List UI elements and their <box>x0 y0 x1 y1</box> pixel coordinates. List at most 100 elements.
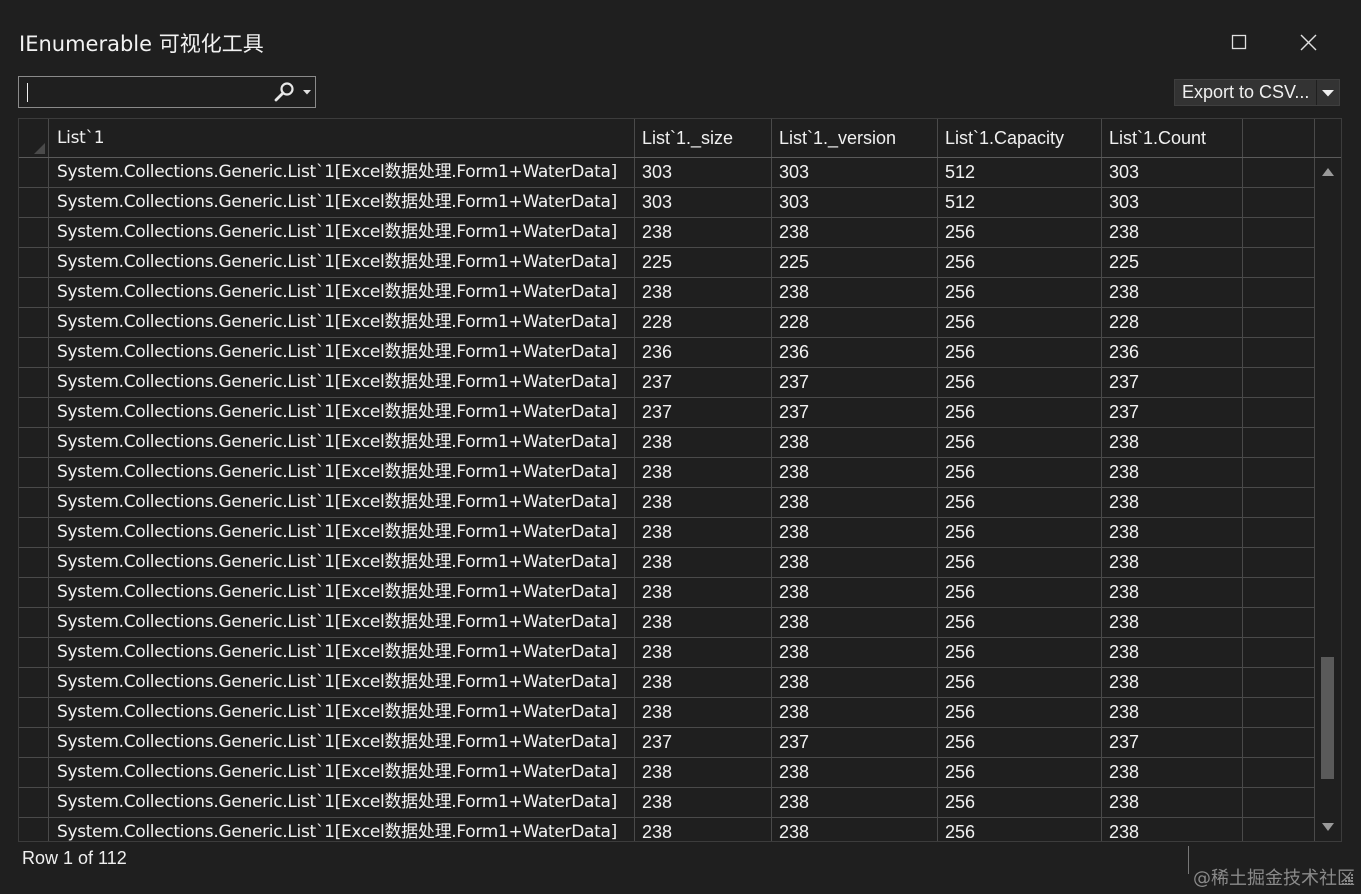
table-cell[interactable]: 238 <box>772 758 938 787</box>
table-cell[interactable]: System.Collections.Generic.List`1[Excel数… <box>49 428 635 457</box>
row-header[interactable] <box>19 158 49 187</box>
row-header[interactable] <box>19 758 49 787</box>
table-cell[interactable] <box>1243 518 1315 547</box>
table-cell[interactable]: 225 <box>635 248 772 277</box>
row-header[interactable] <box>19 488 49 517</box>
table-cell[interactable]: 225 <box>772 248 938 277</box>
vertical-scrollbar[interactable] <box>1316 158 1341 841</box>
column-header[interactable]: List`1._version <box>772 119 938 157</box>
table-row[interactable]: System.Collections.Generic.List`1[Excel数… <box>19 338 1315 368</box>
table-row[interactable]: System.Collections.Generic.List`1[Excel数… <box>19 278 1315 308</box>
select-all-corner[interactable] <box>19 119 49 157</box>
table-cell[interactable]: System.Collections.Generic.List`1[Excel数… <box>49 698 635 727</box>
table-cell[interactable]: 238 <box>1102 758 1243 787</box>
table-cell[interactable] <box>1243 218 1315 247</box>
table-cell[interactable]: System.Collections.Generic.List`1[Excel数… <box>49 638 635 667</box>
table-row[interactable]: System.Collections.Generic.List`1[Excel数… <box>19 218 1315 248</box>
table-row[interactable]: System.Collections.Generic.List`1[Excel数… <box>19 788 1315 818</box>
table-cell[interactable]: 238 <box>635 428 772 457</box>
table-row[interactable]: System.Collections.Generic.List`1[Excel数… <box>19 488 1315 518</box>
table-cell[interactable]: 237 <box>635 398 772 427</box>
table-row[interactable]: System.Collections.Generic.List`1[Excel数… <box>19 248 1315 278</box>
table-cell[interactable] <box>1243 638 1315 667</box>
table-cell[interactable]: 238 <box>772 428 938 457</box>
table-cell[interactable]: 237 <box>1102 398 1243 427</box>
table-cell[interactable]: 303 <box>635 158 772 187</box>
table-cell[interactable]: 238 <box>772 278 938 307</box>
table-cell[interactable] <box>1243 458 1315 487</box>
table-row[interactable]: System.Collections.Generic.List`1[Excel数… <box>19 638 1315 668</box>
table-cell[interactable]: 256 <box>938 218 1102 247</box>
column-header[interactable]: List`1._size <box>635 119 772 157</box>
table-cell[interactable]: 237 <box>1102 368 1243 397</box>
table-cell[interactable]: 238 <box>635 218 772 247</box>
table-cell[interactable]: 256 <box>938 488 1102 517</box>
table-cell[interactable]: 238 <box>772 578 938 607</box>
table-cell[interactable] <box>1243 338 1315 367</box>
row-header[interactable] <box>19 188 49 217</box>
table-cell[interactable]: System.Collections.Generic.List`1[Excel数… <box>49 188 635 217</box>
table-cell[interactable]: 256 <box>938 638 1102 667</box>
scroll-down-arrow-icon[interactable] <box>1322 823 1334 831</box>
row-header[interactable] <box>19 608 49 637</box>
row-header[interactable] <box>19 668 49 697</box>
table-cell[interactable]: System.Collections.Generic.List`1[Excel数… <box>49 728 635 757</box>
table-cell[interactable] <box>1243 608 1315 637</box>
table-cell[interactable]: 238 <box>635 698 772 727</box>
table-cell[interactable] <box>1243 398 1315 427</box>
table-cell[interactable]: 238 <box>635 818 772 841</box>
chevron-down-icon[interactable] <box>303 90 311 95</box>
search-icon[interactable] <box>274 82 296 102</box>
table-cell[interactable]: 256 <box>938 548 1102 577</box>
table-cell[interactable]: 238 <box>1102 518 1243 547</box>
table-cell[interactable]: 237 <box>772 398 938 427</box>
table-cell[interactable]: 238 <box>635 578 772 607</box>
table-cell[interactable]: 238 <box>1102 278 1243 307</box>
table-cell[interactable] <box>1243 728 1315 757</box>
table-cell[interactable]: 237 <box>635 368 772 397</box>
table-cell[interactable] <box>1243 818 1315 841</box>
table-cell[interactable]: 256 <box>938 698 1102 727</box>
row-header[interactable] <box>19 698 49 727</box>
column-header[interactable]: List`1.Capacity <box>938 119 1102 157</box>
table-row[interactable]: System.Collections.Generic.List`1[Excel数… <box>19 698 1315 728</box>
column-header[interactable]: List`1.Count <box>1102 119 1243 157</box>
table-cell[interactable]: 238 <box>635 488 772 517</box>
table-cell[interactable]: 228 <box>1102 308 1243 337</box>
scrollbar-thumb[interactable] <box>1321 657 1334 779</box>
table-cell[interactable]: 238 <box>772 818 938 841</box>
table-cell[interactable]: 256 <box>938 398 1102 427</box>
table-cell[interactable] <box>1243 758 1315 787</box>
table-cell[interactable]: 238 <box>772 218 938 247</box>
table-cell[interactable]: 236 <box>1102 338 1243 367</box>
table-cell[interactable]: System.Collections.Generic.List`1[Excel数… <box>49 458 635 487</box>
row-header[interactable] <box>19 578 49 607</box>
table-cell[interactable]: 237 <box>772 368 938 397</box>
table-cell[interactable]: 238 <box>772 548 938 577</box>
table-cell[interactable]: 238 <box>635 788 772 817</box>
table-cell[interactable] <box>1243 188 1315 217</box>
table-cell[interactable]: 238 <box>772 668 938 697</box>
table-cell[interactable]: 238 <box>772 698 938 727</box>
close-button[interactable] <box>1285 22 1331 62</box>
row-header[interactable] <box>19 728 49 757</box>
table-cell[interactable]: 228 <box>635 308 772 337</box>
row-header[interactable] <box>19 428 49 457</box>
table-cell[interactable]: 238 <box>1102 668 1243 697</box>
table-row[interactable]: System.Collections.Generic.List`1[Excel数… <box>19 818 1315 841</box>
table-cell[interactable]: 256 <box>938 458 1102 487</box>
table-row[interactable]: System.Collections.Generic.List`1[Excel数… <box>19 398 1315 428</box>
search-input[interactable] <box>23 79 267 107</box>
table-row[interactable]: System.Collections.Generic.List`1[Excel数… <box>19 728 1315 758</box>
table-cell[interactable] <box>1243 788 1315 817</box>
table-cell[interactable] <box>1243 308 1315 337</box>
table-cell[interactable]: 256 <box>938 248 1102 277</box>
table-cell[interactable]: 256 <box>938 818 1102 841</box>
table-cell[interactable]: 512 <box>938 188 1102 217</box>
row-header[interactable] <box>19 308 49 337</box>
resize-grip-icon[interactable] <box>1340 872 1354 886</box>
table-cell[interactable]: 238 <box>1102 428 1243 457</box>
table-cell[interactable]: 256 <box>938 308 1102 337</box>
table-cell[interactable]: 512 <box>938 158 1102 187</box>
maximize-button[interactable] <box>1216 22 1262 62</box>
